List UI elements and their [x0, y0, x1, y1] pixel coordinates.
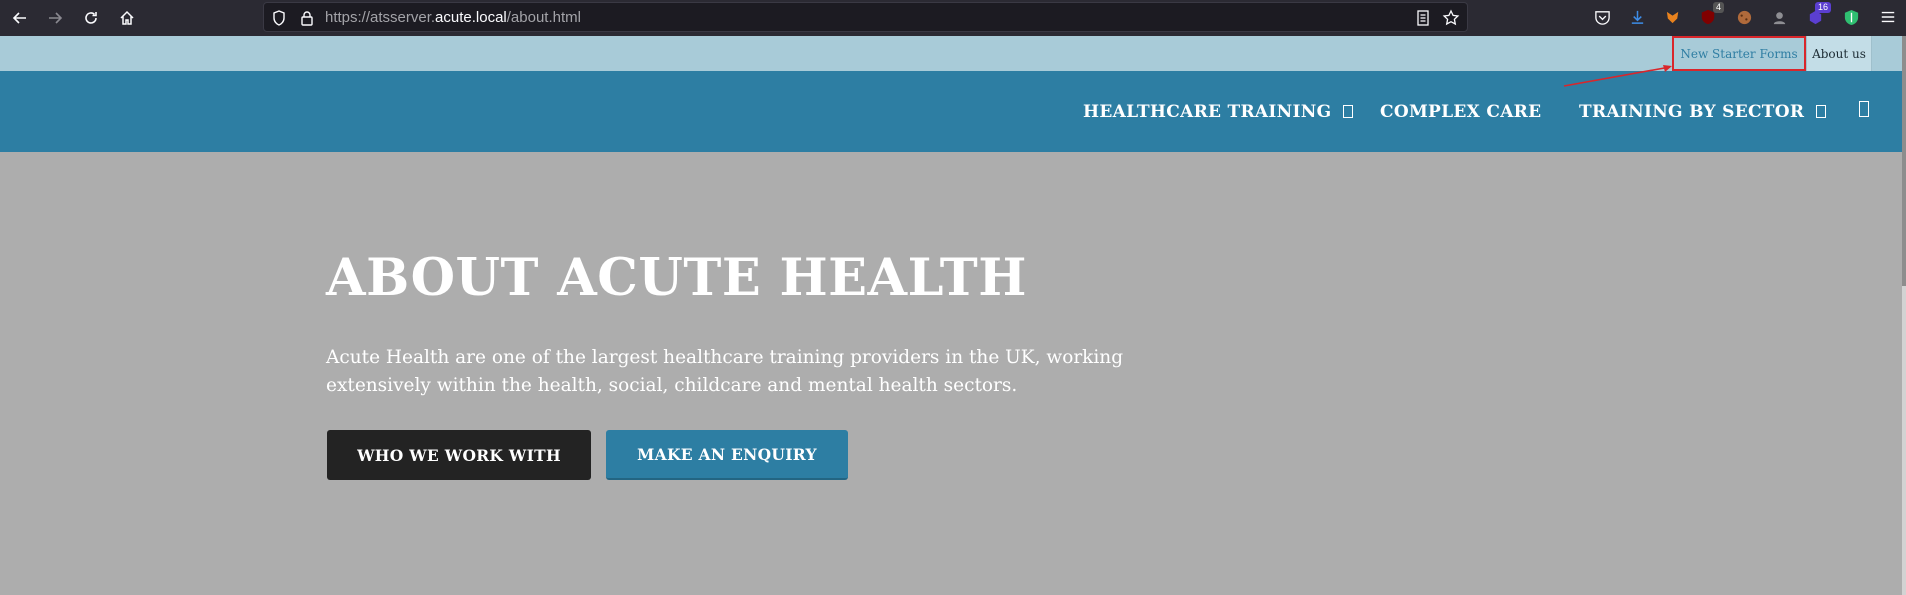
make-an-enquiry-button[interactable]: MAKE AN ENQUIRY: [606, 430, 848, 480]
reload-icon[interactable]: [78, 5, 104, 31]
dropdown-glyph-icon: [1816, 105, 1827, 118]
cookie-editor-icon[interactable]: [1733, 6, 1755, 28]
downloads-icon[interactable]: [1626, 6, 1648, 28]
green-shield-icon[interactable]: [1840, 6, 1862, 28]
scrollbar-thumb[interactable]: [1902, 36, 1906, 286]
who-we-work-with-button[interactable]: WHO WE WORK WITH: [327, 430, 591, 480]
ublock-origin-icon[interactable]: 4: [1697, 2, 1724, 28]
page-title: ABOUT ACUTE HEALTH: [326, 248, 1027, 308]
cube-extension-icon[interactable]: 16: [1804, 2, 1831, 28]
annotation-arrow: [1563, 65, 1672, 87]
bookmark-star-icon[interactable]: [1442, 9, 1460, 27]
home-icon[interactable]: [114, 5, 140, 31]
lock-icon[interactable]: [300, 10, 314, 26]
new-starter-forms-link[interactable]: New Starter Forms: [1672, 36, 1806, 71]
pocket-icon[interactable]: [1591, 6, 1613, 28]
back-icon[interactable]: [7, 5, 33, 31]
hero-description: Acute Health are one of the largest heal…: [326, 347, 1124, 396]
reader-view-icon[interactable]: [1414, 9, 1432, 27]
hero-section: ABOUT ACUTE HEALTH Acute Health are one …: [0, 152, 1906, 595]
url-text[interactable]: https://atsserver.acute.local/about.html: [325, 9, 581, 26]
nav-healthcare-training[interactable]: HEALTHCARE TRAINING: [1083, 71, 1354, 152]
about-us-link[interactable]: About us: [1806, 36, 1872, 71]
metamask-fox-icon[interactable]: [1662, 6, 1684, 28]
browser-toolbar: https://atsserver.acute.local/about.html…: [0, 0, 1906, 36]
spy-agent-icon[interactable]: [1768, 6, 1790, 28]
url-bar[interactable]: https://atsserver.acute.local/about.html: [263, 2, 1468, 32]
nav-menu-icon[interactable]: [1859, 101, 1869, 117]
forward-icon[interactable]: [42, 5, 68, 31]
dropdown-glyph-icon: [1343, 105, 1354, 118]
shield-icon[interactable]: [272, 10, 286, 26]
menu-icon[interactable]: [1877, 6, 1899, 28]
nav-complex-care[interactable]: COMPLEX CARE: [1380, 71, 1541, 152]
